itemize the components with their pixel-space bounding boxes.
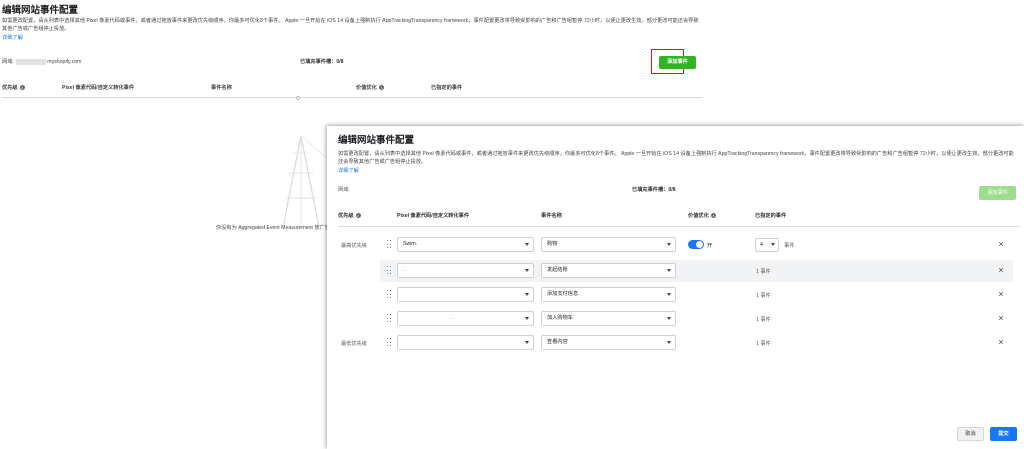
toggle-label: 开 bbox=[707, 243, 713, 249]
scroll-handle bbox=[296, 96, 300, 100]
priority-label: 最高优先级 bbox=[341, 243, 367, 249]
header-priority: 优先级 i bbox=[2, 85, 25, 91]
divider bbox=[2, 97, 702, 98]
info-icon: i bbox=[710, 213, 716, 218]
header-event-name: 事件名称 bbox=[541, 213, 562, 219]
count-suffix: 事件 bbox=[784, 243, 795, 249]
add-event-button[interactable]: 添加事件 bbox=[979, 186, 1016, 200]
empty-state-text: 你没有为 Aggregated Event Measurement 放广告。 bbox=[216, 225, 336, 231]
event-row[interactable]: 最低优先级 查看内容 1 事件 × bbox=[327, 332, 1024, 354]
header-assigned-events: 已指定的事件 bbox=[755, 213, 787, 219]
info-icon: i bbox=[19, 85, 25, 90]
remove-row-close-icon[interactable]: × bbox=[996, 239, 1006, 249]
pixel-select[interactable]: . bbox=[397, 263, 534, 278]
drag-handle-icon[interactable] bbox=[387, 338, 391, 347]
header-event-name: 事件名称 bbox=[211, 85, 232, 91]
drag-handle-icon[interactable] bbox=[387, 266, 391, 275]
dialog-description: 如需更改配置，请从列表中选择其他 Pixel 像素代码或事件，或者通过拖放事件来… bbox=[338, 151, 1014, 166]
remove-row-close-icon[interactable]: × bbox=[996, 313, 1006, 323]
domain-label: 网域: bbox=[338, 187, 350, 193]
remove-row-close-icon[interactable]: × bbox=[996, 265, 1006, 275]
configured-slots: 已填充事件槽：0/8 bbox=[300, 59, 344, 65]
assigned-count-select[interactable]: 4 bbox=[755, 238, 779, 252]
edit-event-config-dialog: 编辑网站事件配置 如需更改配置，请从列表中选择其他 Pixel 像素代码或事件，… bbox=[327, 126, 1024, 449]
submit-button[interactable]: 提交 bbox=[990, 427, 1017, 441]
chevron-down-icon bbox=[667, 317, 671, 320]
header-pixel: Pixel 像素代码/自定义转化事件 bbox=[62, 85, 135, 91]
remove-row-close-icon[interactable]: × bbox=[996, 337, 1006, 347]
configured-slots: 已填充事件槽：0/8 bbox=[632, 187, 676, 193]
chevron-down-icon bbox=[525, 317, 529, 320]
pixel-select[interactable]: . bbox=[397, 311, 534, 326]
pixel-select[interactable]: Swim. bbox=[397, 237, 534, 252]
event-row[interactable]: 添加支付信息 1 事件 × bbox=[327, 284, 1024, 306]
event-select[interactable]: 购物 bbox=[541, 237, 676, 252]
event-row[interactable]: 最高优先级 Swim. 购物 开 4 事件 × bbox=[327, 234, 1024, 256]
chevron-down-icon bbox=[667, 243, 671, 246]
chevron-down-icon bbox=[771, 243, 775, 246]
learn-more-link[interactable]: 详细了解 bbox=[2, 34, 23, 41]
header-priority: 优先级 i bbox=[338, 213, 361, 219]
chevron-down-icon bbox=[525, 293, 529, 296]
chevron-down-icon bbox=[525, 243, 529, 246]
dialog-title: 编辑网站事件配置 bbox=[338, 135, 415, 146]
remove-row-close-icon[interactable]: × bbox=[996, 289, 1006, 299]
chevron-down-icon bbox=[667, 269, 671, 272]
page-title: 编辑网站事件配置 bbox=[2, 5, 79, 16]
learn-more-link[interactable]: 详细了解 bbox=[338, 167, 359, 174]
pixel-select[interactable] bbox=[397, 335, 534, 350]
chevron-down-icon bbox=[667, 293, 671, 296]
drag-handle-icon[interactable] bbox=[387, 290, 391, 299]
event-row[interactable]: . 发起结账 1 事件 × bbox=[380, 260, 1013, 282]
chevron-down-icon bbox=[667, 341, 671, 344]
header-pixel: Pixel 像素代码/自定义转化事件 bbox=[397, 213, 470, 219]
cancel-button[interactable]: 取消 bbox=[957, 427, 984, 441]
drag-handle-icon[interactable] bbox=[387, 240, 391, 249]
pixel-select[interactable] bbox=[397, 287, 534, 302]
header-assigned-events: 已指定的事件 bbox=[431, 85, 463, 91]
event-row[interactable]: . 加入购物车 1 事件 × bbox=[327, 308, 1024, 330]
info-icon: i bbox=[355, 213, 361, 218]
add-event-button[interactable]: 添加事件 bbox=[659, 56, 696, 69]
header-value-optimization: 价值优化 i bbox=[688, 213, 716, 219]
assigned-count-text: 1 事件 bbox=[756, 317, 771, 323]
event-select[interactable]: 加入购物车 bbox=[541, 311, 676, 326]
info-icon: i bbox=[378, 85, 384, 90]
assigned-count-text: 1 事件 bbox=[756, 293, 771, 299]
empty-state-illustration-icon bbox=[283, 135, 328, 227]
assigned-count-text: 1 事件 bbox=[756, 341, 771, 347]
domain-row: 网域: myshopify.com bbox=[2, 58, 82, 65]
header-value-optimization: 价值优化 i bbox=[356, 85, 384, 91]
priority-label: 最低优先级 bbox=[341, 341, 367, 347]
assigned-count-text: 1 事件 bbox=[756, 269, 771, 275]
drag-handle-icon[interactable] bbox=[387, 314, 391, 323]
chevron-down-icon bbox=[525, 341, 529, 344]
domain-value: myshopify.com bbox=[47, 59, 82, 65]
event-select[interactable]: 发起结账 bbox=[541, 263, 676, 278]
chevron-down-icon bbox=[525, 269, 529, 272]
event-select[interactable]: 添加支付信息 bbox=[541, 287, 676, 302]
redacted-text bbox=[16, 58, 47, 65]
domain-label: 网域: bbox=[2, 59, 14, 65]
value-optimization-toggle[interactable] bbox=[688, 240, 704, 249]
page-description: 如需更改配置，请从列表中选择其他 Pixel 像素代码或事件，或者通过拖放事件来… bbox=[2, 18, 699, 32]
divider bbox=[338, 226, 1020, 227]
event-select[interactable]: 查看内容 bbox=[541, 335, 676, 350]
